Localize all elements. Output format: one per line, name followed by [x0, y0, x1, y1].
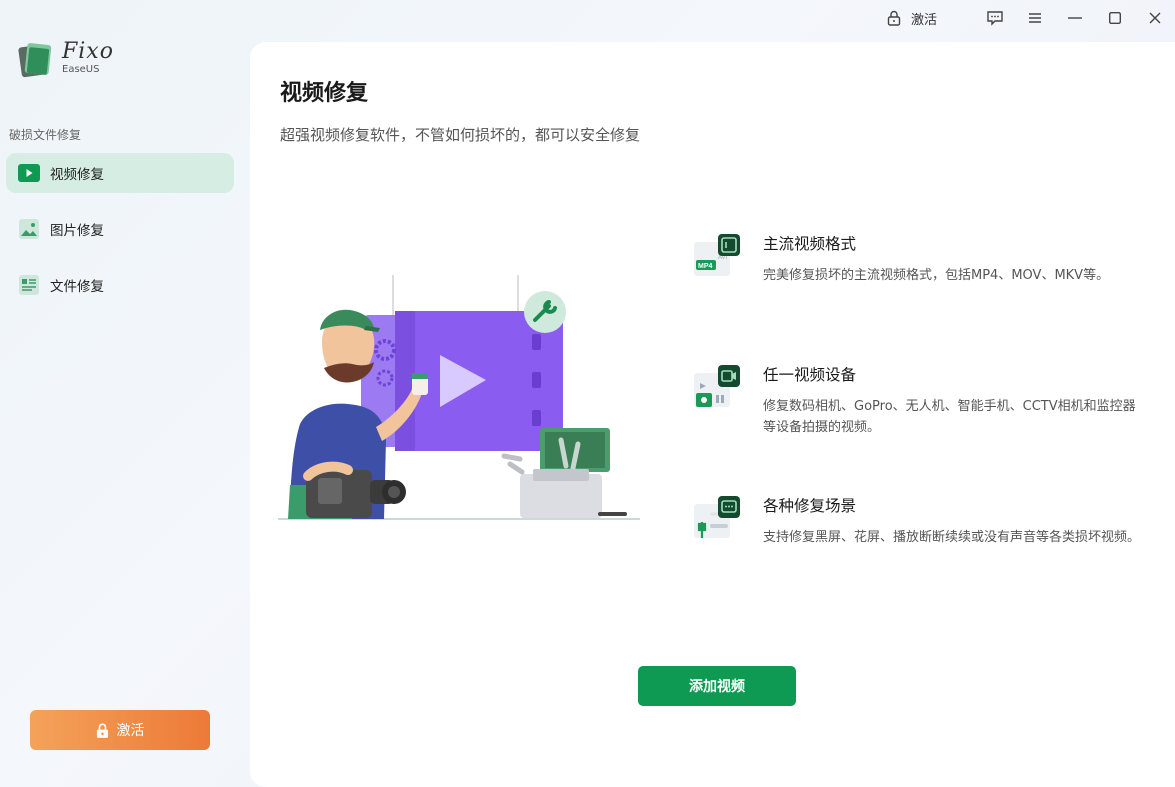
app-logo: Fixo EaseUS: [16, 40, 114, 82]
maximize-button[interactable]: [1095, 0, 1135, 36]
close-icon: [1149, 12, 1161, 24]
menu-button[interactable]: [1015, 0, 1055, 36]
message-icon: [987, 11, 1003, 26]
activate-button[interactable]: 激活: [30, 710, 210, 750]
video-device-icon: [694, 365, 740, 407]
minimize-icon: [1068, 17, 1082, 19]
video-icon: [18, 162, 40, 184]
titlebar-activate-label: 激活: [910, 12, 937, 28]
feature-item-scenarios: 各种修复场景 支持修复黑屏、花屏、播放断断续续或没有声音等各类损坏视频。: [692, 494, 1152, 625]
sidebar-item-label: 视频修复: [50, 167, 104, 183]
lock-icon: [96, 723, 108, 738]
sidebar-item-file-repair[interactable]: 文件修复: [6, 265, 234, 305]
sidebar-item-image-repair[interactable]: 图片修复: [6, 209, 234, 249]
feature-title: 任一视频设备: [763, 366, 857, 384]
feature-item-devices: 任一视频设备 修复数码相机、GoPro、无人机、智能手机、CCTV相机和监控器等…: [692, 363, 1152, 494]
document-icon: [18, 274, 40, 296]
add-video-button[interactable]: 添加视频: [638, 666, 796, 706]
mp4-badge: MP4: [698, 263, 713, 270]
page-title: 视频修复: [280, 81, 369, 106]
sidebar-item-label: 图片修复: [50, 223, 104, 239]
repair-scenario-icon: [694, 496, 740, 538]
minimize-button[interactable]: [1055, 0, 1095, 36]
feature-list: MP4 AVI 主流视频格式 完美修复损坏的主流视频格式，包括MP4、MOV、M…: [692, 232, 1152, 625]
feature-description: 修复数码相机、GoPro、无人机、智能手机、CCTV相机和监控器等设备拍摄的视频…: [763, 399, 1136, 435]
title-bar: 激活: [887, 0, 1175, 36]
video-format-icon: MP4 AVI: [694, 234, 740, 276]
lock-icon: [887, 10, 901, 26]
feature-description: 完美修复损坏的主流视频格式，包括MP4、MOV、MKV等。: [763, 268, 1110, 283]
sidebar: Fixo EaseUS 破损文件修复 视频修复 图片修复 文件修复 激活: [0, 0, 250, 787]
feature-title: 各种修复场景: [763, 497, 857, 515]
feedback-button[interactable]: [975, 0, 1015, 36]
app-vendor: EaseUS: [62, 64, 100, 75]
app-name: Fixo: [62, 39, 114, 64]
feature-item-formats: MP4 AVI 主流视频格式 完美修复损坏的主流视频格式，包括MP4、MOV、M…: [692, 232, 1152, 363]
hamburger-icon: [1029, 13, 1041, 23]
image-icon: [18, 218, 40, 240]
video-repair-illustration: [278, 275, 640, 520]
fixo-logo-icon: [18, 43, 52, 78]
maximize-icon: [1109, 12, 1121, 24]
sidebar-nav: 视频修复 图片修复 文件修复: [6, 153, 234, 321]
sidebar-item-label: 文件修复: [50, 279, 104, 295]
activate-button-label: 激活: [116, 722, 145, 738]
feature-title: 主流视频格式: [763, 235, 857, 253]
main-panel: 视频修复 超强视频修复软件，不管如何损坏的，都可以安全修复 MP4 AVI 主流…: [250, 42, 1175, 787]
feature-description: 支持修复黑屏、花屏、播放断断续续或没有声音等各类损坏视频。: [763, 530, 1141, 545]
sidebar-item-video-repair[interactable]: 视频修复: [6, 153, 234, 193]
titlebar-activate[interactable]: 激活: [887, 9, 937, 28]
page-subtitle: 超强视频修复软件，不管如何损坏的，都可以安全修复: [280, 126, 641, 144]
sidebar-section-label: 破损文件修复: [9, 128, 82, 142]
close-button[interactable]: [1135, 0, 1175, 36]
